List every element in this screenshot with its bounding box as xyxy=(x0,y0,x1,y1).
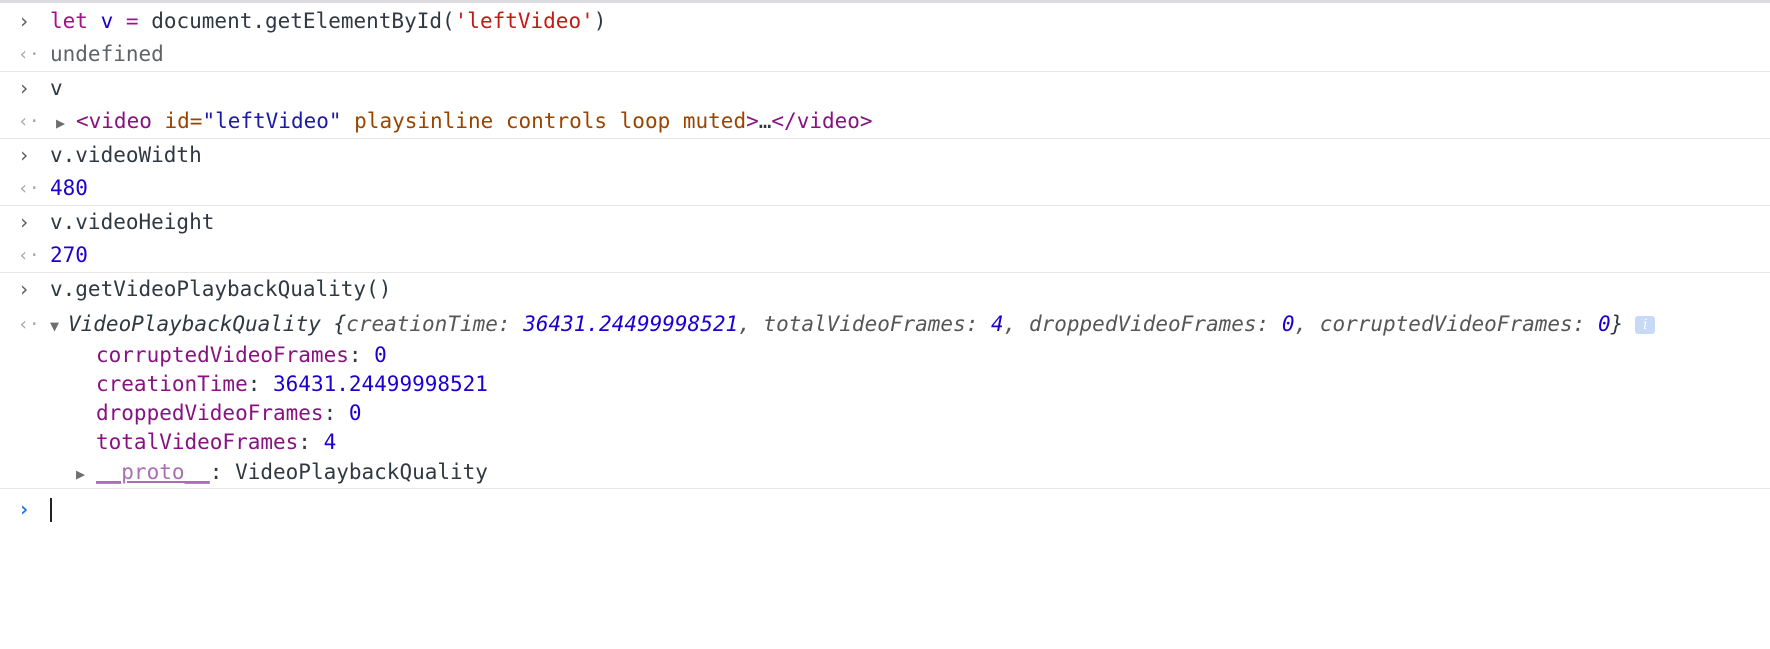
summary-key: creationTime xyxy=(346,312,498,336)
result-value: 270 xyxy=(50,243,88,267)
expand-triangle-icon[interactable]: ▶ xyxy=(56,107,70,140)
text-cursor xyxy=(50,498,52,522)
tag-open-end: > xyxy=(746,109,759,133)
console-result-row: ‹· undefined xyxy=(0,38,1770,71)
property-key: droppedVideoFrames xyxy=(96,401,324,425)
prompt-chevron-icon: › xyxy=(18,143,31,167)
summary-value: 4 xyxy=(991,312,1004,336)
call-close-paren: ) xyxy=(593,9,607,33)
result-arrow-icon: ‹· xyxy=(18,245,40,266)
input-prompt-icon: › xyxy=(18,497,31,521)
console-input-row[interactable]: › v.videoHeight xyxy=(0,205,1770,239)
console-input-text[interactable]: let v = document.getElementById('leftVid… xyxy=(50,5,606,38)
proto-key: __proto__ xyxy=(96,460,210,484)
proto-row[interactable]: ▶ __proto__: VideoPlaybackQuality xyxy=(0,457,1770,488)
property-key: corruptedVideoFrames xyxy=(96,343,349,367)
console-input[interactable] xyxy=(50,489,52,529)
property-key: totalVideoFrames xyxy=(96,430,299,454)
console-result-row: ‹· 270 xyxy=(0,239,1770,272)
object-class-name: VideoPlaybackQuality xyxy=(68,312,321,336)
property-value: 0 xyxy=(348,401,362,425)
object-property-row: creationTime: 36431.24499998521 xyxy=(96,372,488,396)
object-property-row: droppedVideoFrames: 0 xyxy=(96,401,362,425)
attr-value-id: "leftVideo" xyxy=(202,109,342,133)
proto-value: VideoPlaybackQuality xyxy=(235,460,488,484)
result-value: 480 xyxy=(50,176,88,200)
summary-key: droppedVideoFrames xyxy=(1028,312,1257,336)
summary-value: 36431.24499998521 xyxy=(523,312,739,336)
console-input-row[interactable]: › v.videoWidth xyxy=(0,138,1770,172)
call-expression: document.getElementById( xyxy=(151,9,455,33)
attr-name-id: id= xyxy=(151,109,203,133)
console-result-row: ‹· ▼ VideoPlaybackQuality {creationTime: … xyxy=(0,308,1770,341)
result-arrow-icon: ‹· xyxy=(18,314,40,335)
summary-value: 0 xyxy=(1281,312,1295,336)
property-value: 4 xyxy=(323,430,337,454)
summary-value: 0 xyxy=(1597,312,1611,336)
prompt-chevron-icon: › xyxy=(18,210,31,234)
property-key: creationTime xyxy=(96,372,248,396)
result-arrow-icon: ‹· xyxy=(18,44,40,65)
result-arrow-icon: ‹· xyxy=(18,111,40,132)
summary-key: corruptedVideoFrames xyxy=(1319,312,1573,336)
brace-open: { xyxy=(320,312,347,336)
prompt-chevron-icon: › xyxy=(18,76,31,100)
prompt-chevron-icon: › xyxy=(18,9,31,33)
console-input-text[interactable]: v xyxy=(50,72,63,105)
expand-triangle-icon[interactable]: ▶ xyxy=(76,459,90,490)
collapse-triangle-icon[interactable]: ▼ xyxy=(50,310,64,343)
keyword-let: let xyxy=(50,9,88,33)
property-value: 0 xyxy=(374,343,387,367)
collapsed-ellipsis: … xyxy=(758,109,772,133)
console-input-row[interactable]: › v.getVideoPlaybackQuality() xyxy=(0,272,1770,306)
console-result-row: ‹· 480 xyxy=(0,172,1770,205)
summary-key: totalVideoFrames xyxy=(763,312,966,336)
console-input-row[interactable]: › let v = document.getElementById('leftV… xyxy=(0,5,1770,38)
result-arrow-icon: ‹· xyxy=(18,178,40,199)
console-input-text[interactable]: v.videoHeight xyxy=(50,206,214,239)
prompt-chevron-icon: › xyxy=(18,277,31,301)
object-property-row: totalVideoFrames: 4 xyxy=(96,430,337,454)
console-input-row[interactable]: › v xyxy=(0,71,1770,105)
console-input-text[interactable]: v.videoWidth xyxy=(50,139,202,172)
property-value: 36431.24499998521 xyxy=(273,372,488,396)
operator-assign: = xyxy=(125,9,139,33)
object-summary[interactable]: ▼ VideoPlaybackQuality {creationTime: 364… xyxy=(50,308,1656,343)
console-input-text[interactable]: v.getVideoPlaybackQuality() xyxy=(50,273,391,306)
tag-open: <video xyxy=(76,109,152,133)
attr-names-rest: playsinline controls loop muted xyxy=(341,109,747,133)
console-prompt-line[interactable]: › xyxy=(0,488,1770,529)
variable-name: v xyxy=(100,9,114,33)
tag-close: </video> xyxy=(771,109,873,133)
info-icon[interactable]: i xyxy=(1635,316,1656,334)
video-element-node[interactable]: ▶ <video id="leftVideo" playsinline contr… xyxy=(56,105,873,140)
string-argument: 'leftVideo' xyxy=(454,9,594,33)
object-property-row: corruptedVideoFrames: 0 xyxy=(96,343,387,367)
brace-close: } xyxy=(1610,312,1624,336)
result-value: undefined xyxy=(50,42,164,66)
console-panel[interactable]: › let v = document.getElementById('leftV… xyxy=(0,3,1770,529)
console-result-row: ‹· ▶ <video id="leftVideo" playsinline co… xyxy=(0,105,1770,138)
